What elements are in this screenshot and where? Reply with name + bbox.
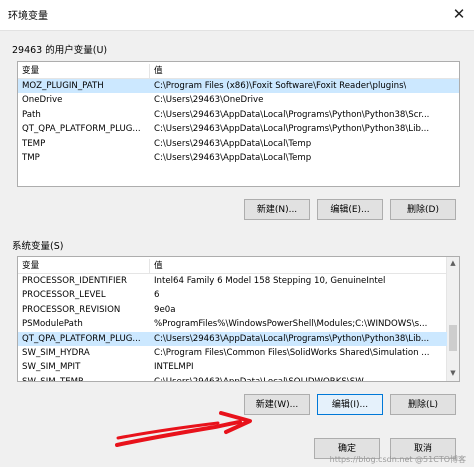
watermark: https://blog.csdn.net @51CTO博客 <box>329 455 466 464</box>
annotation-arrow-icon <box>115 411 252 447</box>
